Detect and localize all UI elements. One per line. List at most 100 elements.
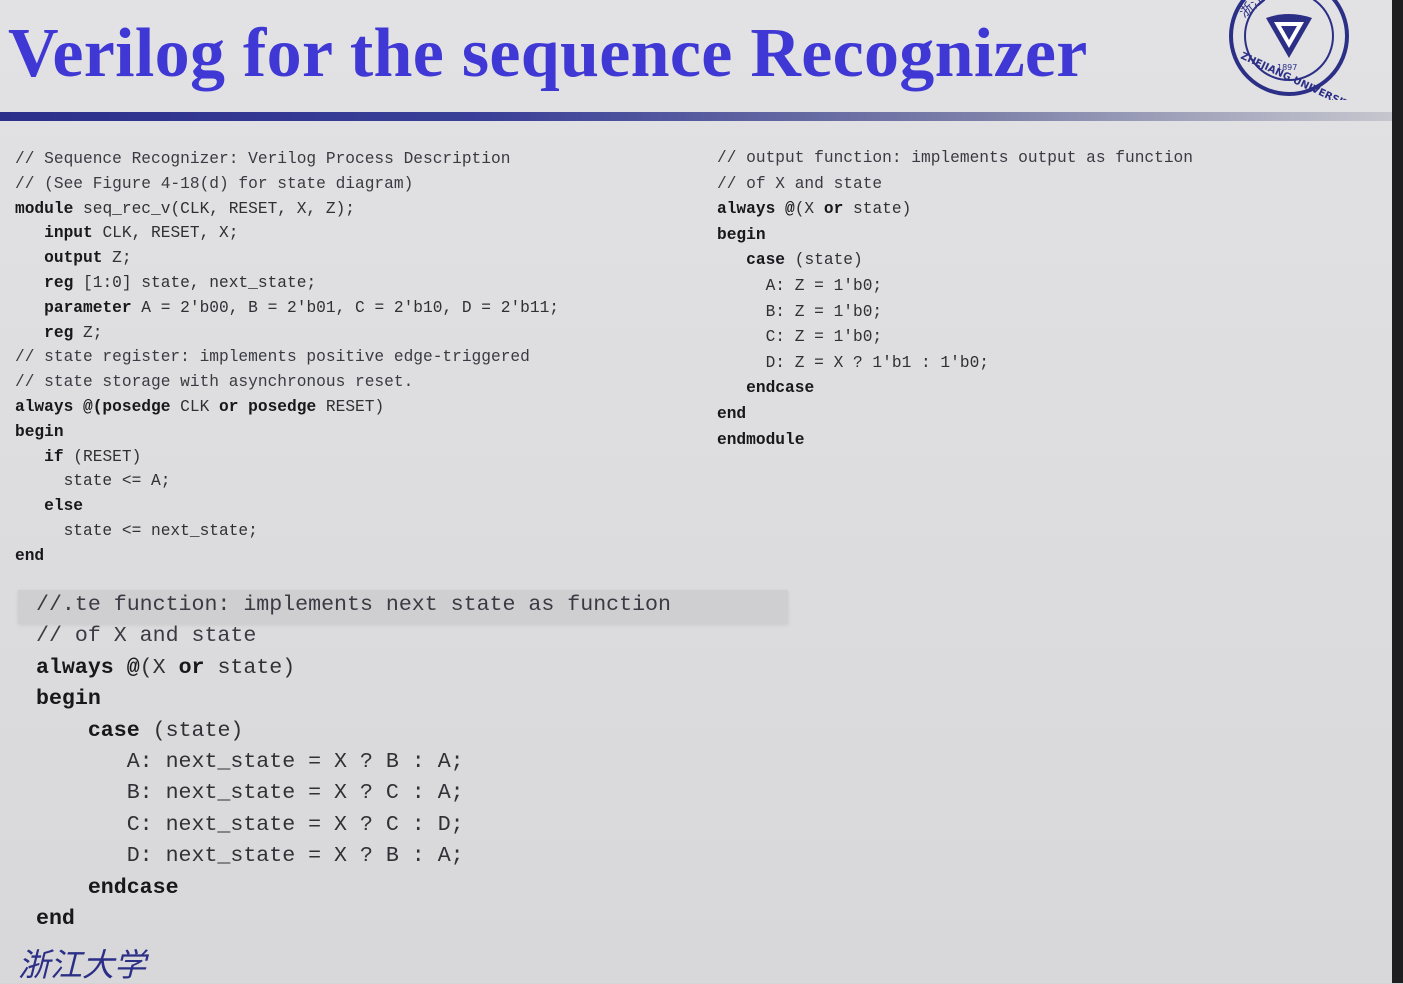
code-block-output-function: // output function: implements output as… (717, 146, 1193, 453)
code-keyword: begin (717, 225, 766, 244)
code-comment: //.te function: implements next state as… (36, 593, 671, 617)
calligraphy-logo-text: 浙江大学 (18, 946, 150, 984)
code-line: B: next_state = X ? C : A; (36, 778, 671, 809)
code-text: [1:0] state, next_state; (73, 273, 317, 292)
code-text: (X (794, 200, 824, 219)
code-text: Z; (73, 323, 103, 342)
code-line: //.te function: implements next state as… (36, 590, 671, 621)
code-text: Z; (102, 249, 132, 268)
code-keyword: if (44, 447, 64, 466)
code-comment: // output function: implements output as… (717, 149, 1193, 167)
code-line: // (See Figure 4-18(d) for state diagram… (15, 172, 559, 197)
code-line: begin (15, 420, 559, 445)
code-line: A: Z = 1'b0; (717, 274, 1193, 300)
code-line: end (717, 402, 1193, 428)
code-line: A: next_state = X ? B : A; (36, 747, 671, 778)
code-keyword: or posedge (219, 397, 317, 416)
code-keyword: else (44, 497, 84, 516)
code-text: B: Z = 1'b0; (765, 302, 883, 321)
code-line: endcase (36, 873, 671, 904)
code-text: C: next_state = X ? C : D; (126, 812, 464, 837)
code-line: // state register: implements positive e… (15, 345, 559, 370)
code-keyword: begin (36, 687, 101, 712)
code-line: input CLK, RESET, X; (15, 221, 559, 246)
title-divider (0, 112, 1392, 121)
code-line: // of X and state (717, 172, 1193, 198)
code-text: state <= A; (63, 472, 171, 491)
code-line: reg Z; (15, 321, 559, 346)
code-comment: // (See Figure 4-18(d) for state diagram… (15, 174, 414, 193)
code-keyword: case (87, 718, 140, 743)
screen-edge (1392, 0, 1403, 983)
slide-title: Verilog for the sequence Recognizer (8, 15, 1088, 92)
code-keyword: end (15, 546, 45, 565)
code-text: CLK, RESET, X; (92, 224, 239, 243)
code-keyword: endcase (746, 379, 815, 398)
code-line: reg [1:0] state, next_state; (15, 271, 559, 296)
code-comment: // state register: implements positive e… (15, 348, 530, 367)
code-keyword: input (44, 224, 93, 243)
code-keyword: endcase (87, 875, 179, 900)
code-line: B: Z = 1'b0; (717, 300, 1193, 326)
code-line: endmodule (717, 428, 1193, 454)
code-line: C: next_state = X ? C : D; (36, 810, 671, 841)
code-line: // output function: implements output as… (717, 146, 1193, 172)
code-keyword: or (178, 655, 205, 680)
code-line: state <= next_state; (15, 519, 559, 544)
code-line: if (RESET) (15, 445, 559, 470)
code-text: CLK (170, 397, 220, 416)
university-seal-icon: 浙江 1897 ZHEJIANG UNIVERSITY (1229, 0, 1352, 100)
code-text: A = 2'b00, B = 2'b01, C = 2'b10, D = 2'b… (131, 298, 560, 317)
code-text: A: next_state = X ? B : A; (126, 750, 464, 775)
code-line: case (state) (717, 248, 1193, 274)
code-line: // of X and state (36, 621, 671, 652)
code-keyword: module (15, 199, 74, 218)
code-keyword: reg (44, 323, 74, 342)
code-line: endcase (717, 376, 1193, 402)
code-line: end (36, 904, 671, 935)
code-line: begin (36, 684, 671, 715)
code-keyword: always @ (717, 200, 795, 219)
code-keyword: endmodule (717, 430, 805, 449)
code-line: output Z; (15, 246, 559, 271)
code-text: seq_rec_v(CLK, RESET, X, Z); (73, 199, 356, 218)
code-comment: // state storage with asynchronous reset… (15, 373, 414, 392)
slide: Verilog for the sequence Recognizer 浙江 1… (0, 0, 1392, 984)
code-text: state) (204, 655, 296, 680)
code-text: (state) (139, 718, 244, 743)
code-block-state-register: // Sequence Recognizer: Verilog Process … (15, 147, 559, 569)
code-line: state <= A; (15, 469, 559, 494)
code-text: C: Z = 1'b0; (765, 328, 883, 347)
code-text: D: next_state = X ? B : A; (126, 844, 464, 869)
code-line: module seq_rec_v(CLK, RESET, X, Z); (15, 197, 559, 222)
code-line: D: next_state = X ? B : A; (36, 841, 671, 872)
code-text: (state) (785, 251, 863, 270)
code-line: D: Z = X ? 1'b1 : 1'b0; (717, 351, 1193, 377)
code-keyword: case (746, 251, 786, 270)
code-line: begin (717, 223, 1193, 249)
code-line: always @(X or state) (717, 197, 1193, 223)
code-comment: // Sequence Recognizer: Verilog Process … (15, 150, 511, 168)
code-keyword: parameter (44, 298, 132, 317)
code-line: always @(posedge CLK or posedge RESET) (15, 395, 559, 420)
calligraphy-logo-icon: 浙江大学 (18, 946, 150, 984)
code-comment: // of X and state (717, 174, 883, 193)
code-keyword: always @(posedge (15, 397, 171, 416)
code-line: else (15, 494, 559, 519)
code-line: always @(X or state) (36, 653, 671, 684)
code-comment: // of X and state (36, 624, 257, 649)
code-line: // Sequence Recognizer: Verilog Process … (15, 147, 559, 172)
code-text: (RESET) (63, 447, 142, 466)
code-block-next-state-function: //.te function: implements next state as… (36, 590, 671, 935)
code-text: state) (843, 200, 912, 219)
code-keyword: begin (15, 422, 64, 441)
code-keyword: end (717, 404, 747, 423)
code-text: A: Z = 1'b0; (765, 276, 883, 295)
code-keyword: or (823, 200, 844, 219)
code-line: C: Z = 1'b0; (717, 325, 1193, 351)
code-text: (X (139, 655, 179, 680)
code-keyword: end (36, 907, 75, 932)
code-line: // state storage with asynchronous reset… (15, 370, 559, 395)
code-line: case (state) (36, 716, 671, 747)
code-text: B: next_state = X ? C : A; (126, 781, 464, 806)
